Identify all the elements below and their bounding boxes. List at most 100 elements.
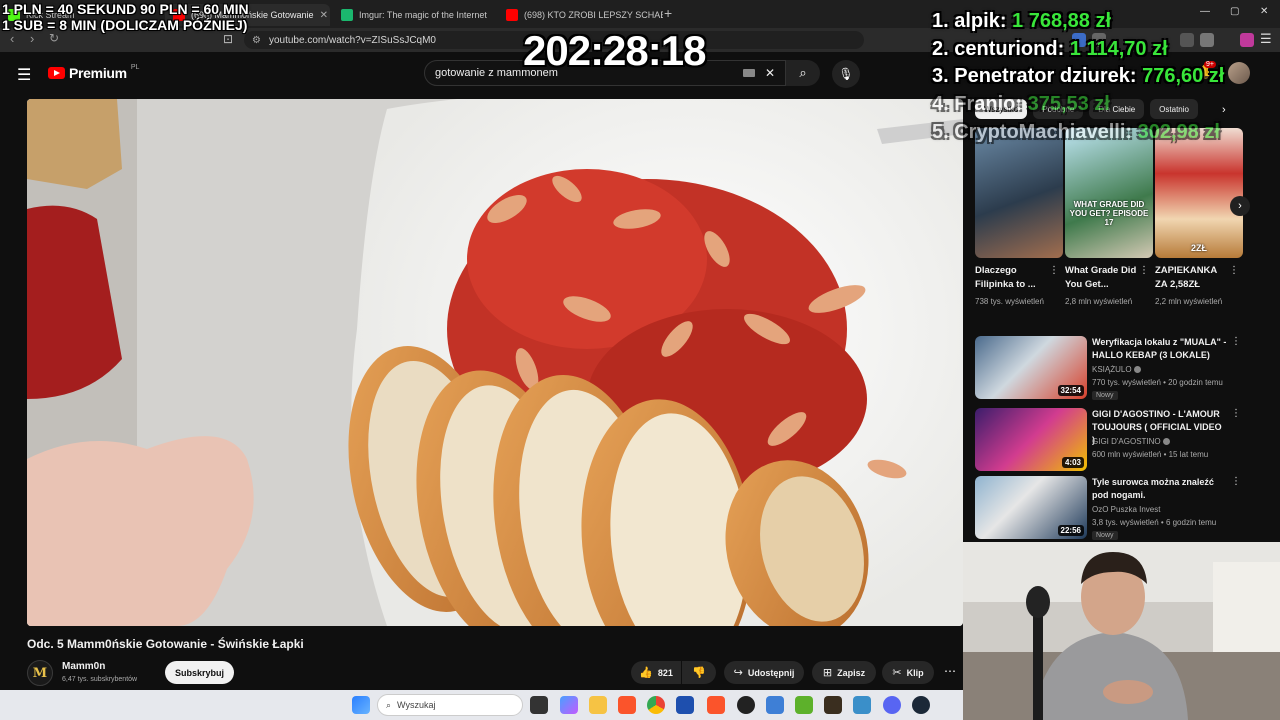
search-button[interactable]: ⌕ [786,60,820,86]
verified-icon [1162,438,1170,446]
site-info-icon[interactable]: ⚙ [252,35,261,46]
scissors-icon: ✂ [892,667,902,679]
obs-icon[interactable] [737,696,755,714]
donor-name: 3. Penetrator dziurek: [932,65,1137,87]
task-view-icon[interactable] [530,696,548,714]
tab-label: Imgur: The magic of the Internet [359,10,487,20]
kebab-menu-icon[interactable]: ⋮ [1231,336,1241,347]
file-explorer-icon[interactable] [589,696,607,714]
close-tab-icon[interactable]: ✕ [320,10,328,21]
app-icon[interactable] [766,696,784,714]
donor-name: 2. centuriond: [932,38,1065,60]
kebab-menu-icon[interactable]: ⋮ [1139,265,1149,276]
donation-rule-line-2: 1 SUB = 8 MIN (DOLICZAM PÓŹNIEJ) [2,17,248,33]
save-label: Zapisz [837,667,866,678]
video-player[interactable] [27,99,963,626]
kebab-menu-icon[interactable]: ⋮ [1229,265,1239,276]
list-item[interactable]: 22:56 Tyle surowca można znaleźć pod nog… [975,476,1245,540]
donor-amount: 1 114,70 zł [1069,38,1168,60]
short-item[interactable]: 2ZŁ ZAPIEKANKA ZA 2,58ZŁ 2,2 mln wyświet… [1155,128,1243,308]
channel-avatar[interactable]: M [27,660,53,686]
minimize-icon[interactable]: — [1200,6,1210,17]
leaderboard-entry: 3. Penetrator dziurek: 776,60 zł [932,66,1224,86]
hamburger-menu-icon[interactable]: ☰ [17,65,31,85]
tab-label: (698) KTO ZROBI LEPSZY SCHABOWY [524,10,663,20]
more-actions-icon[interactable]: ⋯ [944,664,956,678]
video-list-channel[interactable]: GIGI D'AGOSTINO [1092,437,1170,446]
short-item[interactable]: WHAT GRADE DID YOU GET? EPISODE 17 What … [1065,128,1153,308]
browser-menu-icon[interactable]: ☰ [1260,31,1272,47]
app-icon[interactable] [824,696,842,714]
logo-wordmark: Premium [69,65,127,81]
channel-name[interactable]: Mamm0n [62,661,105,672]
kebab-menu-icon[interactable]: ⋮ [1231,476,1241,487]
video-list-channel[interactable]: KSIĄŻULO [1092,365,1141,374]
dislike-button[interactable]: 👎 [682,661,716,684]
clear-search-icon[interactable]: ✕ [765,66,775,80]
short-views: 2,8 mln wyświetleń [1065,296,1133,306]
video-list-channel[interactable]: OzO Puszka Invest [1092,505,1160,514]
new-tab-icon[interactable]: + [664,5,672,21]
tab-youtube-2[interactable]: (698) KTO ZROBI LEPSZY SCHABOWY [498,4,663,26]
share-label: Udostępnij [747,667,795,678]
reload-icon[interactable]: ↻ [49,31,59,45]
list-item[interactable]: 4:03 GIGI D'AGOSTINO - L'AMOUR TOUJOURS … [975,408,1245,472]
donor-amount: 1 768,88 zł [1012,10,1112,32]
channel-avatar-letter: M [32,665,48,681]
subscribe-button[interactable]: Subskrybuj [165,661,234,684]
like-button[interactable]: 👍 821 [631,661,681,684]
store-icon[interactable] [676,696,694,714]
extension-icon[interactable] [1240,33,1254,47]
steam-icon[interactable] [912,696,930,714]
video-list-meta: 3,8 tys. wyświetleń • 6 godzin temu [1092,518,1217,527]
short-item[interactable]: Dlaczego Filipinka to ... 738 tys. wyświ… [975,128,1063,308]
bookmark-icon[interactable]: ⊡ [223,32,233,46]
calculator-icon[interactable] [853,696,871,714]
taskbar-search[interactable]: ⌕ Wyszukaj [377,694,523,716]
brave-active-icon[interactable] [707,696,725,714]
video-title: Odc. 5 Mamm0ńskie Gotowanie - Świńskie Ł… [27,637,304,651]
donor-name: 1. alpik: [932,10,1007,32]
donor-name: 4. Franio: [932,93,1023,115]
thumbs-down-icon: 👎 [692,667,706,679]
forward-icon[interactable]: › [30,31,34,46]
discord-icon[interactable] [883,696,901,714]
video-frame [27,99,963,626]
app-icon[interactable] [795,696,813,714]
clip-button[interactable]: ✂ Klip [882,661,934,684]
account-avatar[interactable] [1228,62,1250,84]
save-button[interactable]: ⊞ Zapisz [812,661,876,684]
video-duration: 32:54 [1057,385,1084,396]
video-thumbnail: 32:54 [975,336,1087,399]
kebab-menu-icon[interactable]: ⋮ [1049,265,1059,276]
extension-icon[interactable] [1200,33,1214,47]
chrome-icon[interactable] [647,696,665,714]
windows-start-icon[interactable] [352,696,370,714]
close-window-icon[interactable]: ✕ [1260,6,1268,17]
short-views: 738 tys. wyświetleń [975,296,1044,306]
donor-name: 5. CryptoMachiavelli: [932,121,1133,143]
shorts-next-button[interactable]: › [1230,196,1250,216]
tab-imgur[interactable]: Imgur: The magic of the Internet [333,4,498,26]
video-list-meta: 770 tys. wyświetleń • 20 godzin temu [1092,378,1223,387]
brave-icon[interactable] [618,696,636,714]
short-title: What Grade Did You Get... [1065,265,1137,291]
copilot-icon[interactable] [560,696,578,714]
chip-recent[interactable]: Ostatnio [1150,99,1198,119]
keyboard-icon[interactable] [743,69,755,77]
kebab-menu-icon[interactable]: ⋮ [1231,408,1241,419]
windows-taskbar: ⌕ Wyszukaj [0,690,963,720]
youtube-logo[interactable]: Premium PL [48,64,139,81]
short-thumbnail [975,128,1063,258]
back-icon[interactable]: ‹ [10,31,14,46]
donor-amount: 375,53 zł [1027,93,1110,115]
voice-search-button[interactable]: 🎙 [832,60,860,88]
share-button[interactable]: ↪ Udostępnij [724,661,804,684]
maximize-icon[interactable]: ▢ [1230,6,1239,17]
chevron-right-icon[interactable]: › [1222,104,1226,116]
video-list-title: Weryfikacja lokalu z "MUALA" - HALLO KEB… [1092,337,1227,361]
list-item[interactable]: 32:54 Weryfikacja lokalu z "MUALA" - HAL… [975,336,1245,400]
microphone-icon: 🎙 [838,67,854,81]
extension-icon[interactable] [1180,33,1194,47]
short-title: ZAPIEKANKA ZA 2,58ZŁ [1155,265,1217,291]
